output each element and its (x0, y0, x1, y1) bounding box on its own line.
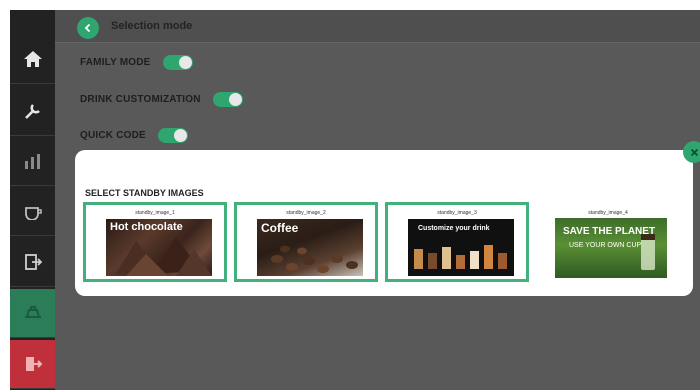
setting-drink-customization: DRINK CUSTOMIZATION (80, 92, 243, 107)
sidebar-item-export[interactable] (10, 238, 55, 287)
drink-customization-toggle[interactable] (212, 92, 243, 107)
export-icon (24, 254, 42, 270)
image-overlay-text: Hot chocolate (110, 221, 183, 233)
image-overlay-text: Coffee (261, 221, 299, 235)
image-name: standby_image_3 (437, 210, 477, 216)
chevron-left-icon (84, 23, 91, 33)
home-icon (23, 51, 42, 67)
header-bar: Selection mode (55, 10, 700, 43)
sidebar (10, 10, 55, 390)
exit-icon (25, 357, 42, 371)
image-overlay-subtext: USE YOUR OWN CUP (569, 242, 642, 249)
sidebar-item-maintenance[interactable] (10, 87, 55, 136)
sidebar-item-statistics[interactable] (10, 137, 55, 186)
back-button[interactable] (77, 17, 99, 39)
sidebar-item-selection-mode[interactable] (10, 289, 55, 338)
wrench-icon (24, 104, 40, 119)
image-overlay-text: SAVE THE PLANET (563, 226, 656, 237)
modal-close-button[interactable] (683, 141, 700, 163)
sidebar-item-home[interactable] (10, 35, 55, 84)
standby-image-card-2[interactable]: standby_image_2 Coffee (234, 202, 378, 282)
customize-drink-image: Customize your drink (408, 219, 514, 276)
setting-quick-code: QUICK CODE (80, 128, 188, 143)
standby-image-card-3[interactable]: standby_image_3 Customize your drink (385, 202, 529, 282)
coffee-machine-icon (24, 306, 41, 318)
standby-images-modal: SELECT STANDBY IMAGES standby_image_1 Ho… (75, 150, 693, 296)
close-icon (690, 148, 698, 156)
coffee-beans-image: Coffee (257, 219, 363, 276)
family-mode-toggle[interactable] (162, 55, 193, 70)
save-the-planet-image: SAVE THE PLANET USE YOUR OWN CUP (555, 218, 667, 278)
modal-title: SELECT STANDBY IMAGES (85, 188, 204, 198)
setting-family-mode: FAMILY MODE (80, 55, 193, 70)
image-name: standby_image_2 (286, 210, 326, 216)
app-screen: Selection mode FAMILY MODE DRINK CUSTOMI… (10, 10, 700, 390)
hot-chocolate-image: Hot chocolate (106, 219, 212, 276)
standby-image-card-4[interactable]: standby_image_4 SAVE THE PLANET USE YOUR… (536, 202, 680, 282)
setting-label: FAMILY MODE (80, 57, 151, 68)
quick-code-toggle[interactable] (157, 128, 188, 143)
image-overlay-text: Customize your drink (418, 225, 490, 232)
setting-label: DRINK CUSTOMIZATION (80, 94, 201, 105)
image-name: standby_image_4 (588, 210, 628, 216)
sidebar-item-exit[interactable] (10, 340, 55, 389)
setting-label: QUICK CODE (80, 130, 146, 141)
page-title: Selection mode (111, 20, 193, 32)
image-name: standby_image_1 (135, 210, 175, 216)
standby-image-card-1[interactable]: standby_image_1 Hot chocolate (83, 202, 227, 282)
sidebar-item-drinks[interactable] (10, 187, 55, 236)
chart-icon (24, 154, 40, 169)
coffee-cup-icon (24, 207, 42, 220)
